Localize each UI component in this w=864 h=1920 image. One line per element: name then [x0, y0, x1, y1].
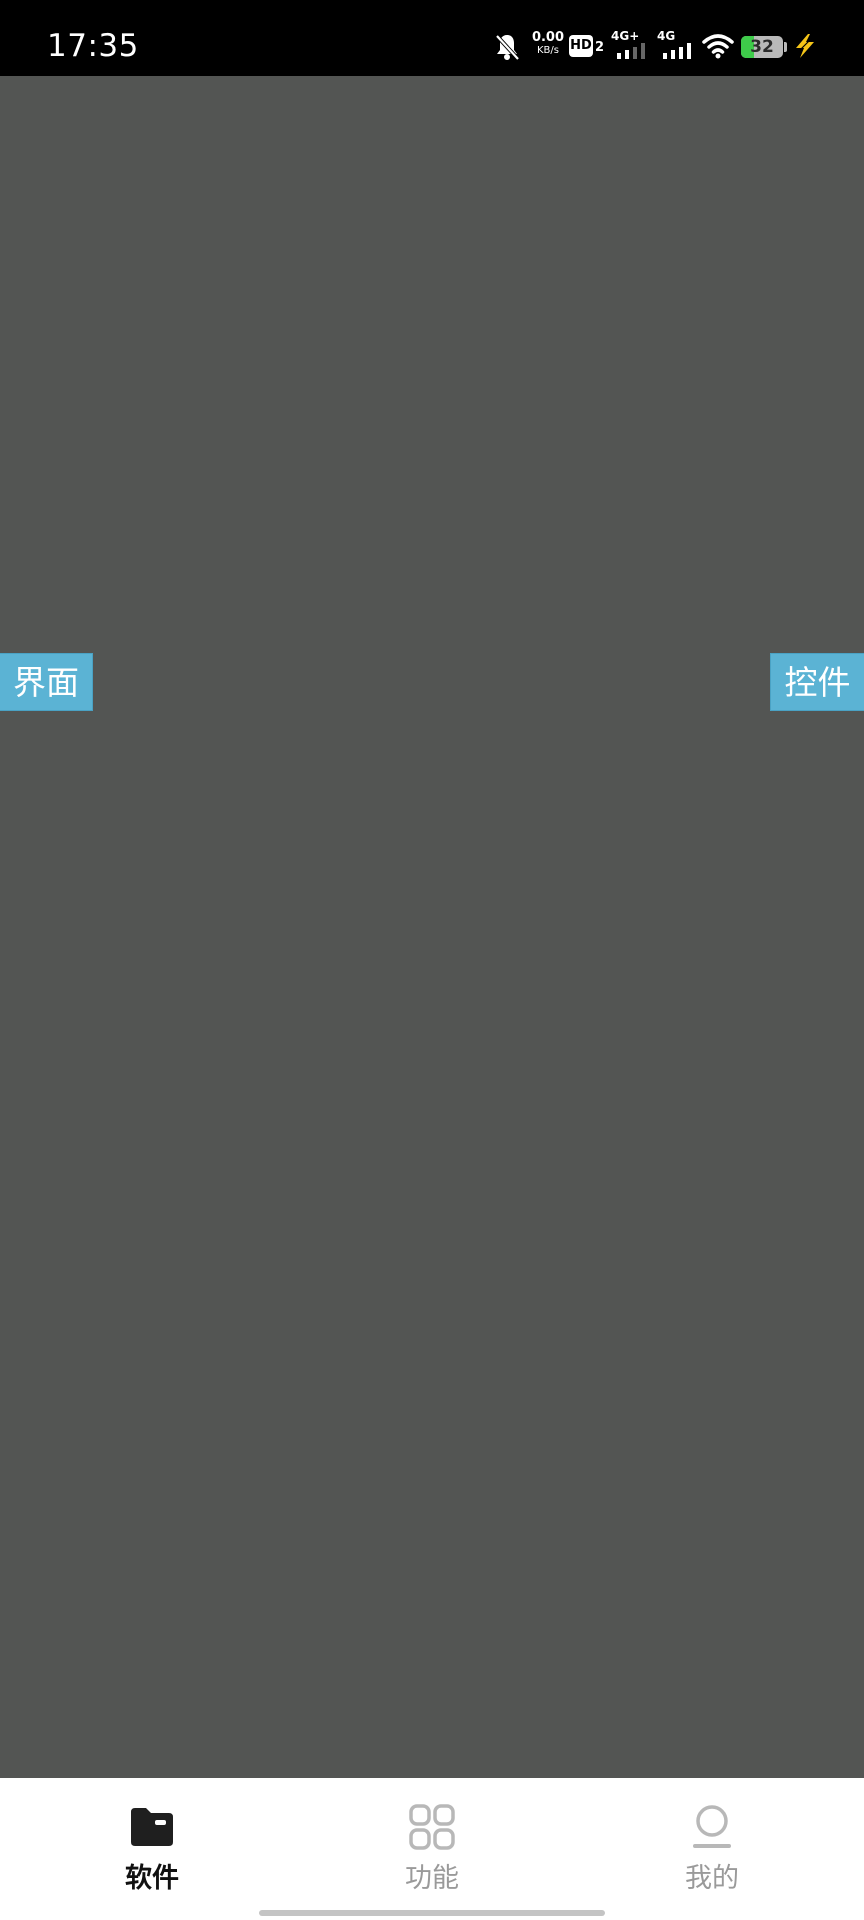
interface-tab[interactable]: 界面 [0, 653, 93, 711]
battery-cap [784, 42, 787, 52]
status-bar: 17:35 0.00 KB/s HD 2 4G+ 4G 32 [0, 0, 864, 76]
nav-item-functions[interactable]: 功能 [332, 1778, 532, 1898]
network-speed: 0.00 KB/s [528, 31, 568, 57]
app-screen: 17:35 0.00 KB/s HD 2 4G+ 4G 32 界面 控件 软件 … [0, 0, 864, 1920]
nav-item-mine[interactable]: 我的 [612, 1778, 812, 1898]
folder-icon [131, 1808, 173, 1846]
bell-off-icon [495, 34, 520, 61]
status-icons: 0.00 KB/s HD 2 4G+ 4G 32 [494, 30, 824, 64]
network-speed-unit: KB/s [537, 45, 559, 56]
profile-icon [693, 1805, 731, 1848]
bottom-nav: 软件 功能 我的 [0, 1778, 864, 1920]
signal-icon [617, 43, 645, 59]
main-canvas[interactable]: 界面 控件 [0, 76, 864, 1778]
nav-label-software: 软件 [125, 1863, 179, 1894]
nav-label-functions: 功能 [405, 1863, 459, 1894]
battery-level: 32 [750, 37, 774, 57]
charging-icon [793, 34, 815, 58]
battery-icon: 32 [741, 36, 783, 58]
network-speed-value: 0.00 [531, 30, 565, 45]
signal-icon [663, 43, 691, 59]
nav-label-mine: 我的 [685, 1863, 739, 1894]
controls-tab[interactable]: 控件 [770, 653, 864, 711]
sim2-signal: 4G [657, 30, 693, 60]
status-time: 17:35 [47, 28, 139, 64]
nav-item-software[interactable]: 软件 [52, 1778, 252, 1898]
home-indicator[interactable] [259, 1910, 605, 1916]
hd-icon: HD 2 [569, 33, 605, 59]
wifi-icon [702, 34, 734, 59]
sim1-signal: 4G+ [611, 30, 647, 60]
grid-icon [409, 1804, 455, 1850]
